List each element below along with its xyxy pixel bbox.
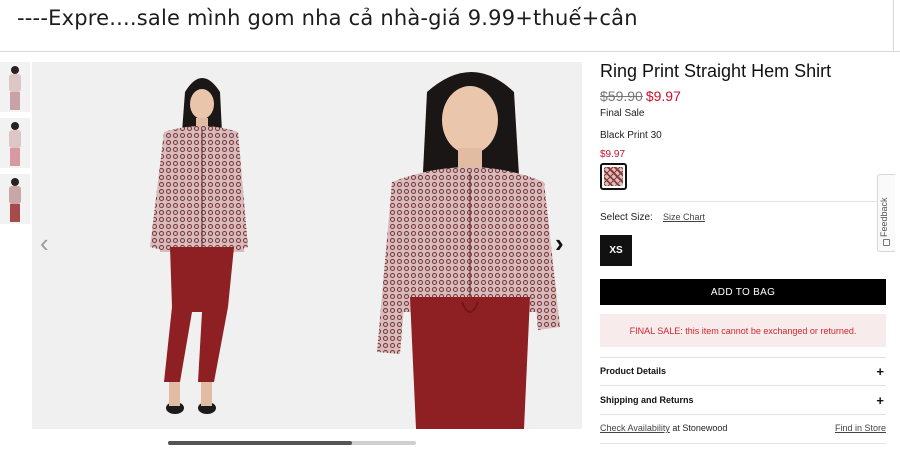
thumbnail-figure-pants — [10, 148, 20, 166]
divider — [600, 443, 886, 444]
color-price: $9.97 — [600, 149, 626, 160]
size-option-xs[interactable]: XS — [600, 235, 632, 266]
header-divider — [0, 51, 900, 52]
product-image — [32, 62, 582, 429]
gallery-scrollbar[interactable] — [168, 441, 416, 445]
thumbnail-2[interactable] — [0, 118, 30, 168]
size-chart-link[interactable]: Size Chart — [663, 212, 705, 222]
accordion-title: Product Details — [600, 366, 667, 376]
header-edge — [893, 0, 894, 52]
thumbnail-1[interactable] — [0, 62, 30, 112]
divider — [600, 357, 886, 358]
accordion-product-details[interactable]: Product Details + — [600, 362, 886, 380]
thumbnail-figure-pants — [10, 92, 20, 110]
sale-price: $9.97 — [645, 88, 681, 104]
chevron-right-icon[interactable]: › — [555, 230, 564, 256]
color-name: Black Print 30 — [600, 130, 662, 141]
store-name: at Stonewood — [669, 423, 728, 433]
divider — [600, 385, 886, 386]
select-size-label: Select Size: — [600, 212, 653, 223]
model-full-body — [150, 78, 248, 414]
availability-row: Check Availability at Stonewood Find in … — [600, 423, 886, 433]
thumbnail-figure-shirt — [9, 130, 21, 148]
gallery-scroll-thumb[interactable] — [168, 441, 352, 445]
product-name: Ring Print Straight Hem Shirt — [600, 61, 832, 81]
product-photo-illustration — [150, 72, 560, 429]
color-swatch[interactable] — [600, 163, 627, 190]
add-to-bag-button[interactable]: ADD TO BAG — [600, 279, 886, 305]
check-availability-link[interactable]: Check Availability — [600, 423, 670, 433]
thumbnail-figure-head — [11, 122, 19, 130]
original-price: $59.90 — [600, 88, 643, 104]
chevron-left-icon[interactable]: ‹ — [40, 230, 49, 256]
thumbnail-list — [0, 62, 30, 230]
thumbnail-figure-pants — [10, 204, 20, 222]
divider — [600, 201, 878, 202]
feedback-tab[interactable]: Feedback — [877, 174, 895, 252]
find-in-store-link[interactable]: Find in Store — [835, 423, 886, 433]
swatch-pattern — [604, 167, 623, 186]
post-title: ----Expre....sale mình gom nha cả nhà-gi… — [17, 6, 638, 30]
accordion-shipping-returns[interactable]: Shipping and Returns + — [600, 391, 886, 409]
feedback-icon — [883, 239, 890, 246]
thumbnail-figure-shirt — [9, 186, 21, 204]
thumbnail-figure-shirt — [9, 74, 21, 92]
accordion-title: Shipping and Returns — [600, 395, 694, 405]
model-closeup — [377, 72, 560, 429]
final-sale-label: Final Sale — [600, 108, 645, 119]
price-row: $59.90 $9.97 — [600, 88, 681, 104]
divider — [600, 414, 886, 415]
feedback-label: Feedback — [879, 197, 889, 237]
final-sale-notice: FINAL SALE: this item cannot be exchange… — [600, 314, 886, 347]
thumbnail-3[interactable] — [0, 174, 30, 224]
thumbnail-figure-head — [11, 178, 19, 186]
thumbnail-figure-head — [11, 66, 19, 74]
plus-icon: + — [876, 392, 884, 408]
availability-text: Check Availability at Stonewood — [600, 423, 727, 433]
plus-icon: + — [876, 363, 884, 379]
